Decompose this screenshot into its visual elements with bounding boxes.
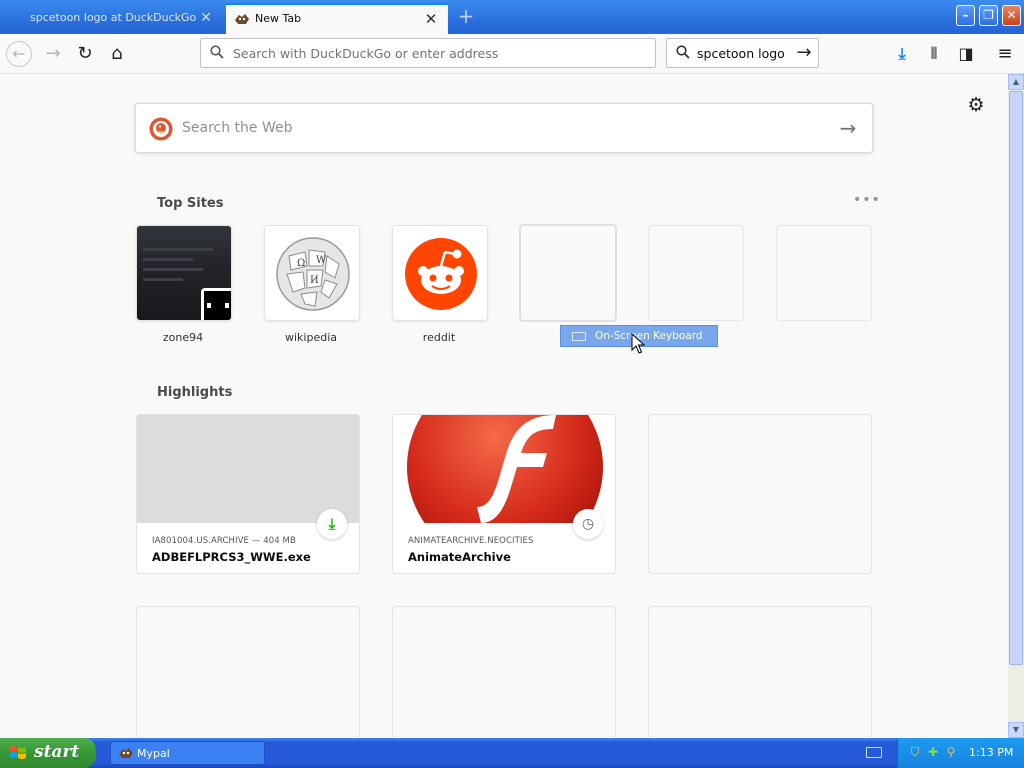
top-site-empty-slot[interactable] (648, 225, 744, 321)
close-window-button[interactable]: ✕ (1002, 5, 1021, 26)
tab-new-tab[interactable]: New Tab ✕ (226, 3, 448, 34)
web-search-input[interactable] (182, 105, 822, 151)
taskbar: start Mypal ⛉ ✚ ⚲ 1:13 PM (0, 738, 1024, 768)
navigation-toolbar: ← → ↻ ⌂ → ⤓ ⫴ ◨ ≡ (0, 34, 1024, 74)
address-bar[interactable] (200, 38, 656, 68)
top-site-zone94[interactable] (136, 225, 232, 321)
highlights-heading: Highlights (157, 385, 233, 400)
duckduckgo-logo-icon (149, 117, 173, 141)
mypal-icon (119, 748, 133, 758)
clock-icon: ◷ (573, 509, 603, 539)
highlight-thumbnail (137, 415, 359, 523)
highlight-source: IA801004.US.ARCHIVE — 404 MB (152, 536, 296, 546)
system-tray: ⛉ ✚ ⚲ 1:13 PM (897, 738, 1024, 768)
svg-text:И: И (310, 275, 319, 286)
start-button[interactable]: start (0, 738, 96, 768)
minimize-button[interactable]: – (956, 5, 975, 26)
highlight-empty-slot (392, 606, 616, 738)
highlight-empty-slot (648, 606, 872, 738)
search-icon (676, 45, 690, 59)
menu-icon[interactable]: ≡ (993, 42, 1017, 66)
arrow-right-icon[interactable]: → (836, 116, 860, 140)
mouse-cursor-icon (631, 333, 645, 354)
top-site-empty-slot[interactable] (776, 225, 872, 321)
search-bar[interactable]: → (666, 38, 819, 68)
security-shield-icon[interactable]: ⛉ (908, 745, 922, 760)
clock-time: 1:13 PM (969, 746, 1014, 759)
top-site-reddit[interactable] (392, 225, 488, 321)
highlight-title: ADBEFLPRCS3_WWE.exe (152, 550, 311, 564)
top-site-empty-slot[interactable] (519, 224, 617, 322)
new-tab-button[interactable]: + (456, 6, 476, 26)
wikipedia-globe-icon: Ω W И (276, 237, 350, 311)
web-search-box[interactable]: → (135, 103, 873, 153)
highlight-title: AnimateArchive (408, 550, 511, 564)
zone94-logo-icon (201, 288, 231, 320)
windows-flag-icon (10, 746, 26, 759)
magnifier-icon[interactable]: ⚲ (944, 745, 958, 760)
svg-text:Ω: Ω (297, 258, 305, 269)
download-icon[interactable]: ⤓ (890, 42, 914, 66)
title-bar: spcetoon logo at DuckDuckGo ✕ New Tab ✕ … (0, 0, 1024, 34)
flash-logo-icon (393, 415, 615, 523)
vertical-scrollbar[interactable]: ▲ ▼ (1008, 74, 1024, 738)
scroll-up-button[interactable]: ▲ (1008, 74, 1024, 90)
back-icon[interactable]: ← (6, 41, 32, 67)
reddit-logo-icon (405, 238, 477, 310)
highlight-source: ANIMATEARCHIVE.NEOCITIES (408, 536, 534, 546)
scroll-thumb[interactable] (1009, 91, 1023, 665)
top-site-label: wikipedia (284, 331, 337, 344)
highlight-empty-slot (136, 606, 360, 738)
search-input[interactable] (697, 39, 789, 67)
highlight-card-download[interactable]: ⤓ IA801004.US.ARCHIVE — 404 MB ADBEFLPRC… (136, 414, 360, 574)
keyboard-icon[interactable] (866, 747, 882, 758)
sidebar-icon[interactable]: ◨ (954, 42, 978, 66)
close-tab-icon[interactable]: ✕ (199, 11, 213, 25)
top-site-wikipedia[interactable]: Ω W И (264, 225, 360, 321)
gear-icon[interactable]: ⚙ (965, 94, 987, 116)
mypal-favicon-icon (235, 14, 249, 24)
home-icon[interactable]: ⌂ (104, 41, 130, 67)
top-site-label: reddit (422, 331, 456, 344)
taskbar-item-label: Mypal (137, 747, 170, 760)
svg-text:W: W (316, 255, 327, 266)
close-tab-icon[interactable]: ✕ (424, 12, 438, 27)
tooltip-text: On-Screen Keyboard (595, 330, 703, 342)
download-icon: ⤓ (317, 509, 347, 539)
highlight-empty-slot (648, 414, 872, 574)
top-site-label: zone94 (162, 331, 204, 344)
reload-icon[interactable]: ↻ (72, 41, 98, 67)
forward-icon[interactable]: → (40, 41, 66, 67)
arrow-right-icon[interactable]: → (793, 42, 815, 64)
search-icon (210, 45, 224, 59)
address-input[interactable] (233, 39, 648, 67)
network-icon[interactable]: ✚ (926, 745, 940, 760)
scroll-down-button[interactable]: ▼ (1008, 722, 1024, 738)
library-icon[interactable]: ⫴ (922, 42, 946, 66)
highlight-card-animatearchive[interactable]: ◷ ANIMATEARCHIVE.NEOCITIES AnimateArchiv… (392, 414, 616, 574)
tab-title: New Tab (255, 12, 302, 25)
more-icon[interactable]: ••• (853, 193, 880, 207)
start-label: start (34, 742, 80, 762)
keyboard-icon (572, 332, 586, 341)
tab-title: spcetoon logo at DuckDuckGo (30, 11, 197, 24)
new-tab-page: ⚙ → Top Sites ••• zone94 Ω (0, 74, 1008, 738)
maximize-button[interactable]: ❐ (979, 5, 998, 26)
taskbar-item-mypal[interactable]: Mypal (110, 741, 265, 765)
tab-duckduckgo[interactable]: spcetoon logo at DuckDuckGo ✕ (0, 2, 226, 32)
top-sites-heading: Top Sites (157, 196, 224, 211)
